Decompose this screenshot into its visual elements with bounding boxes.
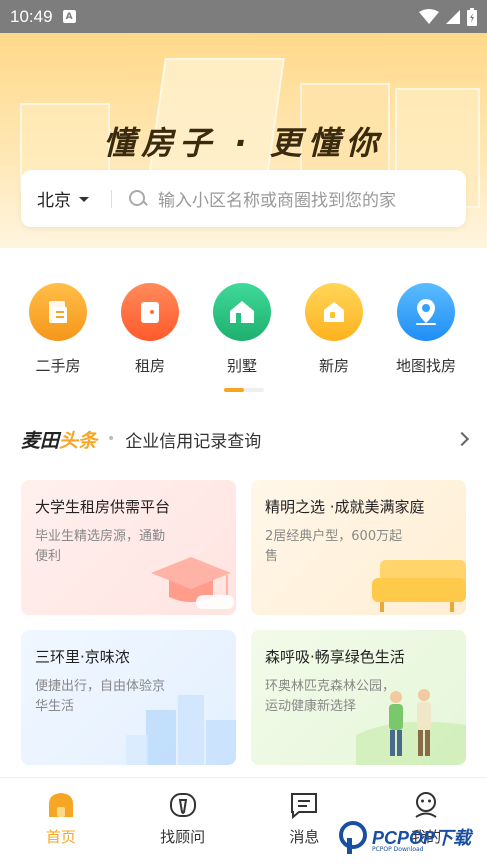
card-subtitle: 毕业生精选房源，通勤便利 [35, 529, 166, 564]
divider [111, 189, 112, 208]
chevron-right-icon [454, 431, 470, 447]
battery-icon [467, 7, 477, 26]
sim-icon: A [62, 10, 76, 23]
villa-icon [213, 283, 271, 341]
profile-icon [415, 792, 437, 818]
category-label: 二手房 [35, 357, 81, 375]
advisor-icon [169, 793, 196, 817]
status-bar: 10:49 A [0, 0, 487, 33]
city-selector[interactable]: 北京 [21, 186, 89, 211]
card-title: 森呼吸·畅享绿色生活 [265, 648, 405, 666]
search-bar[interactable]: 北京 输入小区名称或商圈找到您的家 [21, 170, 466, 227]
promo-card-green-life[interactable]: 森呼吸·畅享绿色生活 环奥林匹克森林公园，运动健康新选择 [251, 630, 466, 765]
card-title: 大学生租房供需平台 [35, 498, 171, 516]
card-title: 三环里·京味浓 [35, 648, 130, 666]
category-row: 二手房 租房 别墅 新房 地图找房 [0, 283, 487, 376]
category-label: 地图找房 [395, 357, 456, 375]
promo-card-student-rent[interactable]: 大学生租房供需平台 毕业生精选房源，通勤便利 [21, 480, 236, 615]
category-new-house[interactable]: 新房 [288, 283, 380, 376]
tab-label: 找顾问 [160, 828, 206, 846]
city-label: 北京 [37, 191, 71, 211]
tab-advisor[interactable]: 找顾问 [122, 778, 244, 865]
category-villa[interactable]: 别墅 [196, 283, 288, 376]
home-icon [48, 793, 73, 817]
status-icons [419, 7, 477, 26]
search-icon [128, 189, 148, 209]
news-separator: • [107, 431, 116, 447]
card-title: 精明之选 ·成就美满家庭 [265, 498, 425, 516]
card-subtitle: 便捷出行，自由体验京华生活 [35, 679, 166, 714]
news-ticker[interactable]: 麦田 头条 • 企业信用记录查询 [21, 424, 470, 454]
signal-icon [446, 9, 460, 24]
category-label: 租房 [134, 357, 165, 375]
news-headline: 企业信用记录查询 [125, 431, 262, 452]
pager-active-indicator [224, 388, 244, 392]
news-brand-accent: 头条 [59, 429, 98, 452]
tab-label: 首页 [45, 828, 76, 846]
new-house-icon [305, 283, 363, 341]
chevron-down-icon [79, 197, 89, 202]
pcpop-logo-icon [339, 821, 367, 854]
card-subtitle: 2居经典户型，600万起售 [265, 529, 403, 564]
category-label: 别墅 [226, 357, 257, 375]
category-map-search[interactable]: 地图找房 [380, 283, 472, 376]
promo-card-family-home[interactable]: 精明之选 ·成就美满家庭 2居经典户型，600万起售 [251, 480, 466, 615]
card-subtitle: 环奥林匹克森林公园，运动健康新选择 [265, 679, 396, 714]
message-icon [291, 793, 318, 820]
map-pin-icon [397, 283, 455, 341]
search-input[interactable]: 输入小区名称或商圈找到您的家 [158, 186, 396, 211]
second-hand-house-icon [29, 283, 87, 341]
wifi-icon [419, 8, 439, 24]
watermark-subtext: PCPOP Download [372, 846, 424, 853]
watermark: PCPOP下载 PCPOP Download [338, 820, 471, 854]
category-rent[interactable]: 租房 [104, 283, 196, 376]
category-label: 新房 [318, 357, 349, 375]
tab-home[interactable]: 首页 [0, 778, 122, 865]
rent-icon [121, 283, 179, 341]
tab-label: 消息 [289, 828, 320, 846]
category-second-hand[interactable]: 二手房 [12, 283, 104, 376]
promo-card-third-ring[interactable]: 三环里·京味浓 便捷出行，自由体验京华生活 [21, 630, 236, 765]
hero-slogan: 懂房子 · 更懂你 [103, 124, 384, 162]
status-time: 10:49 [10, 6, 53, 26]
category-pager [224, 388, 264, 392]
news-brand: 麦田 [21, 429, 60, 452]
